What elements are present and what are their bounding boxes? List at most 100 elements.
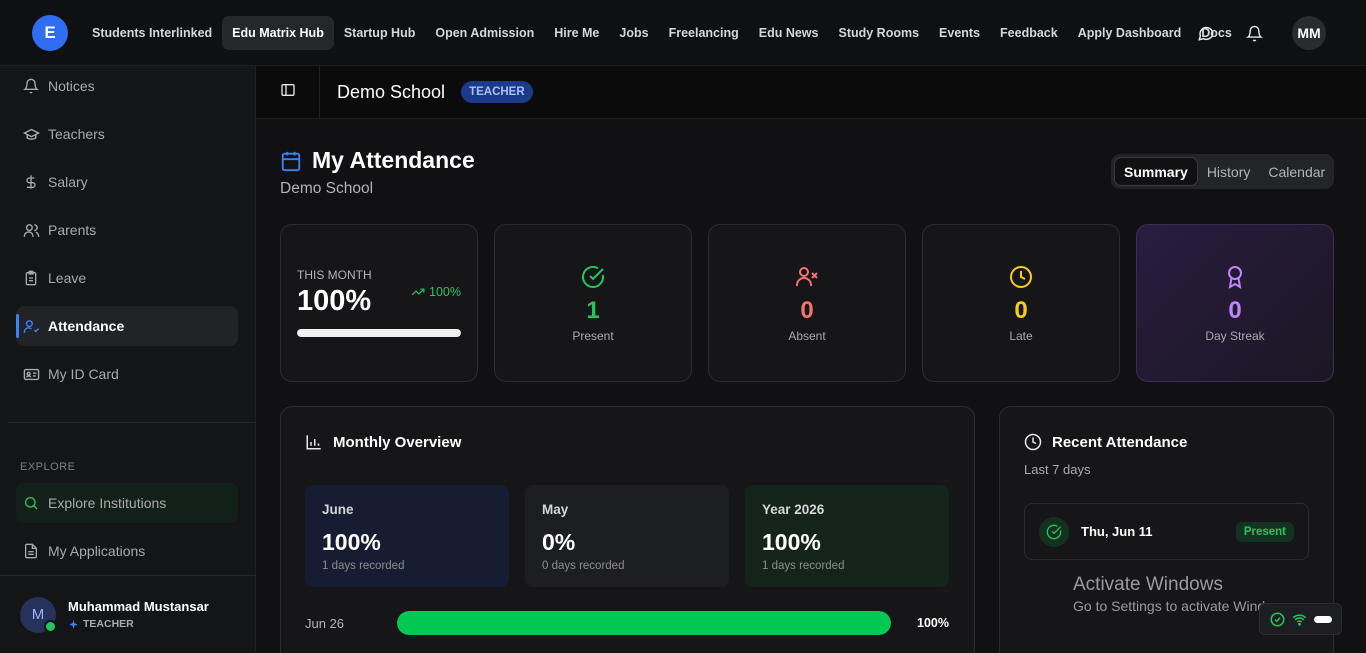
sidebar-item-notices[interactable]: Notices <box>16 66 238 106</box>
id-card-icon <box>22 365 40 383</box>
sidebar-item-label: Leave <box>48 270 87 286</box>
month-card-name: Year 2026 <box>762 502 825 517</box>
app-logo[interactable]: E <box>32 14 68 51</box>
late-label: Late <box>1009 329 1033 343</box>
this-month-value: 100% <box>297 285 372 317</box>
graduation-cap-icon <box>22 125 40 143</box>
streak-value: 0 <box>1228 297 1242 324</box>
nav-link-startup-hub[interactable]: Startup Hub <box>334 16 426 50</box>
recent-attendance-title: Recent Attendance <box>1024 433 1187 451</box>
page-title: My Attendance <box>312 147 475 173</box>
this-month-progress-fill <box>297 329 461 337</box>
sidebar-item-attendance[interactable]: Attendance <box>16 306 238 346</box>
role-badge: TEACHER <box>461 81 533 103</box>
view-tabs: Summary History Calendar <box>1111 154 1334 189</box>
award-icon <box>1223 265 1247 289</box>
tab-summary[interactable]: Summary <box>1114 157 1198 186</box>
month-card-name: May <box>542 502 569 517</box>
sidebar-item-label: My ID Card <box>48 366 119 382</box>
user-info: Muhammad Mustansar TEACHER <box>68 599 209 630</box>
recent-item-date: Thu, Jun 11 <box>1081 524 1153 539</box>
monthly-overview-title: Monthly Overview <box>305 433 461 451</box>
sidebar: Notices Teachers Salary Parents Leave At… <box>0 66 256 653</box>
sidebar-panel-icon <box>280 82 296 103</box>
nav-link-hire-me[interactable]: Hire Me <box>544 16 609 50</box>
sidebar-item-label: Teachers <box>48 126 105 142</box>
month-card-name: June <box>322 502 354 517</box>
sidebar-item-salary[interactable]: Salary <box>16 162 238 202</box>
overview-bar-fill <box>397 611 891 635</box>
top-navigation: E Students Interlinked Edu Matrix Hub St… <box>0 0 1366 66</box>
sidebar-item-my-applications[interactable]: My Applications <box>16 531 238 571</box>
sidebar-toggle-button[interactable] <box>256 65 320 119</box>
user-name: Muhammad Mustansar <box>68 599 209 614</box>
search-icon <box>22 494 40 512</box>
clipboard-icon <box>22 269 40 287</box>
page-subtitle: Demo School <box>280 180 374 197</box>
nav-link-apply-dashboard[interactable]: Apply Dashboard <box>1068 16 1192 50</box>
nav-link-freelancing[interactable]: Freelancing <box>659 16 749 50</box>
dollar-icon <box>22 173 40 191</box>
trending-up-icon <box>411 285 425 299</box>
month-card-value: 100% <box>322 529 381 555</box>
present-value: 1 <box>586 297 600 324</box>
sidebar-divider <box>8 422 256 423</box>
sidebar-section-explore: EXPLORE <box>20 461 76 473</box>
month-card-may: May 0% 0 days recorded <box>525 485 729 587</box>
nav-link-jobs[interactable]: Jobs <box>609 16 658 50</box>
recent-attendance-item[interactable]: Thu, Jun 11 Present <box>1024 503 1309 560</box>
sparkle-icon <box>68 619 79 630</box>
overview-bar-track <box>397 611 891 635</box>
tab-history[interactable]: History <box>1198 157 1260 186</box>
month-card-value: 0% <box>542 529 576 555</box>
system-tray[interactable] <box>1259 603 1342 635</box>
nav-link-edu-news[interactable]: Edu News <box>749 16 829 50</box>
sidebar-item-label: Notices <box>48 78 95 94</box>
sidebar-user[interactable]: M Muhammad Mustansar TEACHER <box>0 575 256 653</box>
month-card-value: 100% <box>762 529 821 555</box>
this-month-trend: 100% <box>411 285 461 299</box>
sidebar-item-label: Attendance <box>48 318 125 334</box>
clock-icon <box>1009 265 1033 289</box>
month-card-sub: 0 days recorded <box>542 560 625 572</box>
sidebar-item-leave[interactable]: Leave <box>16 258 238 298</box>
bar-chart-icon <box>305 433 323 451</box>
absent-label: Absent <box>788 329 826 343</box>
nav-link-feedback[interactable]: Feedback <box>990 16 1068 50</box>
nav-link-students-interlinked[interactable]: Students Interlinked <box>82 16 222 50</box>
sidebar-item-my-id-card[interactable]: My ID Card <box>16 354 238 394</box>
watermark-title: Activate Windows <box>1073 574 1223 595</box>
sidebar-item-parents[interactable]: Parents <box>16 210 238 250</box>
nav-link-open-admission[interactable]: Open Admission <box>425 16 544 50</box>
this-month-progress <box>297 329 461 337</box>
nav-actions: MM <box>1196 0 1366 66</box>
chat-icon[interactable] <box>1196 23 1216 43</box>
user-x-icon <box>795 265 819 289</box>
sidebar-item-label: Explore Institutions <box>48 495 167 511</box>
sidebar-item-label: Salary <box>48 174 88 190</box>
user-role: TEACHER <box>68 618 209 630</box>
check-circle-icon <box>581 265 605 289</box>
tab-calendar[interactable]: Calendar <box>1259 157 1334 186</box>
nav-link-events[interactable]: Events <box>929 16 990 50</box>
page-title-row: My Attendance <box>280 147 475 174</box>
page-header: Demo School TEACHER <box>256 65 1366 119</box>
nav-link-study-rooms[interactable]: Study Rooms <box>828 16 929 50</box>
stat-card-late: 0 Late <box>922 224 1120 382</box>
user-avatar[interactable]: MM <box>1292 16 1326 50</box>
stat-card-this-month: THIS MONTH 100% 100% <box>280 224 478 382</box>
sidebar-item-explore-institutions[interactable]: Explore Institutions <box>16 483 238 523</box>
nav-links: Students Interlinked Edu Matrix Hub Star… <box>82 15 1242 50</box>
late-value: 0 <box>1014 297 1028 324</box>
sidebar-item-label: Parents <box>48 222 97 238</box>
sidebar-item-teachers[interactable]: Teachers <box>16 114 238 154</box>
user-avatar: M <box>20 596 57 633</box>
recent-attendance-subtitle: Last 7 days <box>1024 462 1091 477</box>
document-icon <box>22 542 40 560</box>
calendar-icon <box>280 150 302 172</box>
overview-bar-percent: 100% <box>917 616 949 630</box>
bell-icon[interactable] <box>1244 23 1264 43</box>
month-card-sub: 1 days recorded <box>762 560 845 572</box>
main-content: My Attendance Demo School Summary Histor… <box>256 119 1366 653</box>
nav-link-edu-matrix-hub[interactable]: Edu Matrix Hub <box>222 15 334 50</box>
